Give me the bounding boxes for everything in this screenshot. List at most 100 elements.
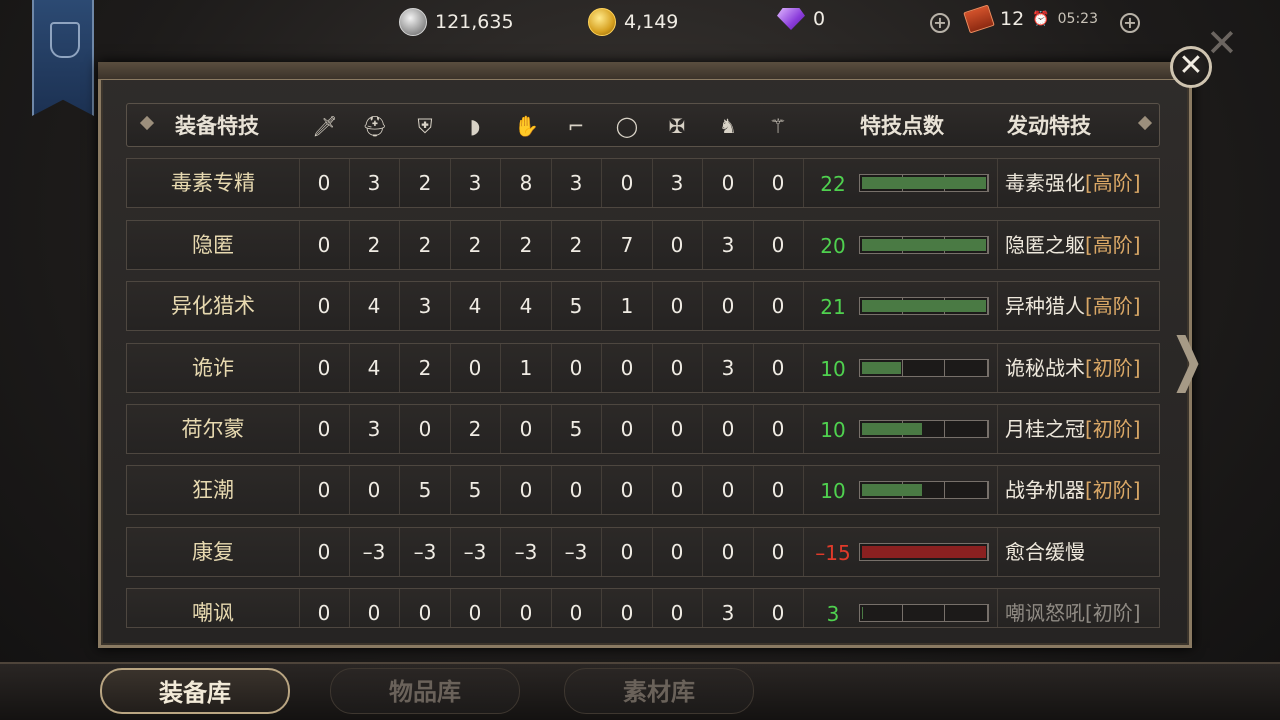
slot-value: 0 xyxy=(418,601,432,625)
table-row[interactable]: 毒素专精 0 3 2 3 8 3 0 3 0 0 22 毒素强化[高阶] xyxy=(126,158,1160,208)
active-skill-name: 隐匿之躯 xyxy=(1005,233,1085,257)
table-row[interactable]: 异化猎术 0 4 3 4 4 5 1 0 0 0 21 异种猎人[高阶] xyxy=(126,281,1160,331)
slot-value: 0 xyxy=(620,417,634,441)
slot-value: 0 xyxy=(418,417,432,441)
table-row[interactable]: 隐匿 0 2 2 2 2 2 7 0 3 0 20 隐匿之躯[高阶] xyxy=(126,220,1160,270)
column-divider xyxy=(803,528,804,576)
active-skill: 异种猎人[高阶] xyxy=(1005,282,1141,330)
table-row[interactable]: 荷尔蒙 0 3 0 2 0 5 0 0 0 0 10 月桂之冠[初阶] xyxy=(126,404,1160,454)
points-bar-fill xyxy=(862,423,922,435)
close-button[interactable]: ✕ xyxy=(1170,46,1212,88)
active-skill: 隐匿之躯[高阶] xyxy=(1005,221,1141,269)
slot-value: 4 xyxy=(367,356,381,380)
skill-points: 10 xyxy=(820,479,846,503)
skill-name: 毒素专精 xyxy=(171,171,255,195)
slot-value: 0 xyxy=(468,356,482,380)
gem-amount: 0 xyxy=(813,8,826,30)
chest-icon: ⛨ xyxy=(417,114,433,138)
slot-value: –3 xyxy=(514,540,538,564)
column-divider xyxy=(803,405,804,453)
active-skill: 诡秘战术[初阶] xyxy=(1005,344,1141,392)
points-progress-bar xyxy=(859,543,989,561)
active-skill-name: 毒素强化 xyxy=(1005,171,1085,195)
active-skill: 愈合缓慢 xyxy=(1005,528,1085,576)
skill-name: 狂潮 xyxy=(192,478,234,502)
slot-value: 0 xyxy=(569,601,583,625)
slot-value: 2 xyxy=(519,233,533,257)
skill-tier: [高阶] xyxy=(1085,171,1141,195)
skill-name: 嘲讽 xyxy=(192,601,234,625)
tab-materials[interactable]: 素材库 xyxy=(564,668,754,714)
add-tickets-button[interactable]: + xyxy=(1120,13,1140,33)
plus-icon: + xyxy=(1120,13,1140,33)
skill-points: 20 xyxy=(820,234,846,258)
column-divider xyxy=(997,589,998,627)
skill-tier: [高阶] xyxy=(1085,294,1141,318)
header-points: 特技点数 xyxy=(860,114,944,138)
column-divider xyxy=(803,466,804,514)
shoulder-icon: ◗ xyxy=(469,114,481,138)
charm-icon: ✠ xyxy=(668,114,686,138)
slot-value: 0 xyxy=(620,356,634,380)
slot-value: 2 xyxy=(468,417,482,441)
slot-value: 3 xyxy=(468,171,482,195)
gold-counter: 4,149 xyxy=(588,8,678,36)
points-bar-fill xyxy=(862,484,922,496)
slot-value: 0 xyxy=(721,171,735,195)
slot-value: 0 xyxy=(317,356,331,380)
gloves-icon: ✋ xyxy=(514,114,539,138)
plus-icon: + xyxy=(930,13,950,33)
ticket-icon xyxy=(963,4,995,34)
slot-value: –3 xyxy=(413,540,437,564)
column-divider xyxy=(803,344,804,392)
slot-value: 0 xyxy=(771,356,785,380)
slot-value: 1 xyxy=(620,294,634,318)
diamond-icon xyxy=(777,8,805,30)
slot-value: 0 xyxy=(670,356,684,380)
slot-value: 2 xyxy=(418,356,432,380)
helmet-icon: ⛑ xyxy=(362,114,388,138)
skill-name: 隐匿 xyxy=(192,233,234,257)
ring-icon: ◯ xyxy=(615,114,639,138)
slot-value: 0 xyxy=(721,478,735,502)
table-row[interactable]: 嘲讽 0 0 0 0 0 0 0 0 3 0 3 嘲讽怒吼[初阶] xyxy=(126,588,1160,628)
points-progress-bar xyxy=(859,420,989,438)
silver-amount: 121,635 xyxy=(435,11,514,33)
guild-banner[interactable] xyxy=(32,0,94,116)
tab-equipment[interactable]: 装备库 xyxy=(100,668,290,714)
background-close-icon: ✕ xyxy=(1206,21,1238,65)
silver-coin-icon xyxy=(399,8,427,36)
slot-value: –3 xyxy=(463,540,487,564)
skill-name: 荷尔蒙 xyxy=(181,417,245,441)
add-gems-button[interactable]: + xyxy=(930,13,950,33)
skill-name: 康复 xyxy=(192,540,234,564)
slot-value: 0 xyxy=(317,294,331,318)
slot-value: 8 xyxy=(519,171,533,195)
slot-value: 3 xyxy=(721,601,735,625)
points-bar-fill xyxy=(862,239,986,251)
skill-points: 22 xyxy=(820,172,846,196)
header-ornament-right xyxy=(1137,115,1153,131)
table-row[interactable]: 狂潮 0 0 5 5 0 0 0 0 0 0 10 战争机器[初阶] xyxy=(126,465,1160,515)
points-progress-bar xyxy=(859,174,989,192)
table-row[interactable]: 康复 0 –3 –3 –3 –3 –3 0 0 0 0 –15 愈合缓慢 xyxy=(126,527,1160,577)
slot-value: 0 xyxy=(317,478,331,502)
slot-value: 0 xyxy=(771,294,785,318)
slot-value: 0 xyxy=(367,478,381,502)
points-bar-fill xyxy=(862,546,986,558)
active-skill: 战争机器[初阶] xyxy=(1005,466,1141,514)
skill-tier: [初阶] xyxy=(1085,356,1141,380)
slot-value: 0 xyxy=(317,540,331,564)
tab-items[interactable]: 物品库 xyxy=(330,668,520,714)
slot-value: 0 xyxy=(620,540,634,564)
slot-value: 3 xyxy=(367,417,381,441)
active-skill-name: 月桂之冠 xyxy=(1005,417,1085,441)
next-page-arrow-icon[interactable]: ❯ xyxy=(1170,330,1204,388)
table-row[interactable]: 诡诈 0 4 2 0 1 0 0 0 3 0 10 诡秘战术[初阶] xyxy=(126,343,1160,393)
slot-value: 0 xyxy=(519,417,533,441)
column-divider xyxy=(803,589,804,627)
column-divider xyxy=(997,528,998,576)
slot-value: 0 xyxy=(771,171,785,195)
slot-value: 5 xyxy=(569,417,583,441)
skill-points: 10 xyxy=(820,418,846,442)
